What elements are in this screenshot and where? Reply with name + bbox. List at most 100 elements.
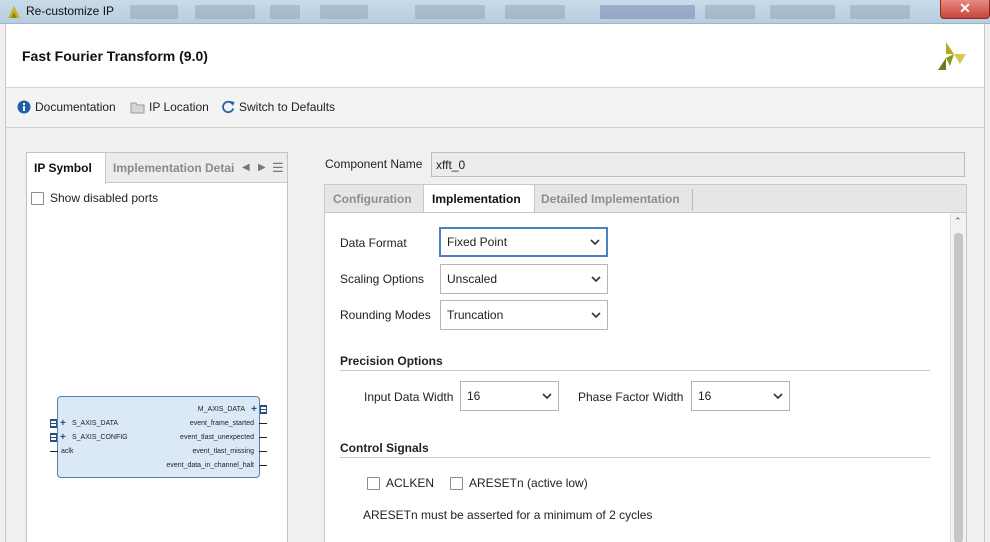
background-taskbar bbox=[705, 5, 755, 19]
main-area: IP Symbol Implementation Detai ◀ ▶ ☰ Sho… bbox=[5, 128, 985, 542]
vendor-logo-icon bbox=[938, 42, 966, 70]
show-disabled-ports-checkbox[interactable]: Show disabled ports bbox=[31, 191, 158, 205]
info-icon bbox=[17, 100, 31, 114]
tab-separator bbox=[692, 189, 693, 211]
background-taskbar bbox=[505, 5, 565, 19]
rounding-modes-label: Rounding Modes bbox=[340, 308, 431, 322]
phase-factor-width-value: 16 bbox=[698, 389, 712, 403]
bus-connector-icon bbox=[260, 405, 267, 414]
aresetn-note: ARESETn must be asserted for a minimum o… bbox=[363, 508, 653, 522]
aclken-checkbox[interactable]: ACLKEN bbox=[367, 476, 434, 490]
implementation-content: Data Format Fixed Point Scaling Options … bbox=[324, 212, 967, 542]
tab-detailed-implementation[interactable]: Detailed Implementation bbox=[533, 185, 693, 213]
port-aclk: aclk bbox=[61, 448, 74, 455]
expand-port-icon[interactable]: + bbox=[60, 433, 66, 443]
port-stub bbox=[259, 451, 267, 452]
window-title: Re-customize IP bbox=[26, 4, 115, 18]
data-format-value: Fixed Point bbox=[447, 235, 508, 249]
expand-port-icon[interactable]: + bbox=[60, 419, 66, 429]
component-name-field[interactable]: xfft_0 bbox=[431, 152, 965, 177]
chevron-down-icon bbox=[773, 393, 783, 400]
app-logo-icon bbox=[8, 6, 20, 18]
input-data-width-select[interactable]: 16 bbox=[460, 381, 559, 411]
control-signals-title: Control Signals bbox=[340, 441, 429, 455]
scaling-options-select[interactable]: Unscaled bbox=[440, 264, 608, 294]
scaling-options-value: Unscaled bbox=[447, 272, 498, 286]
section-divider bbox=[340, 370, 930, 371]
chevron-down-icon bbox=[590, 239, 600, 246]
folder-icon bbox=[130, 102, 145, 113]
phase-factor-width-label: Phase Factor Width bbox=[578, 390, 684, 404]
port-event-tlast-missing: event_tlast_missing bbox=[192, 448, 254, 455]
documentation-label: Documentation bbox=[35, 100, 116, 114]
port-event-frame-started: event_frame_started bbox=[189, 420, 254, 427]
background-taskbar bbox=[130, 5, 178, 19]
port-s-axis-data: S_AXIS_DATA bbox=[72, 420, 119, 427]
bus-connector-icon bbox=[50, 433, 57, 442]
scroll-up-icon[interactable]: ⌃ bbox=[954, 216, 962, 227]
section-divider bbox=[340, 457, 930, 458]
phase-factor-width-select[interactable]: 16 bbox=[691, 381, 790, 411]
rounding-modes-value: Truncation bbox=[447, 308, 504, 322]
data-format-select[interactable]: Fixed Point bbox=[439, 227, 608, 257]
refresh-icon bbox=[222, 100, 235, 114]
dialog-header: Fast Fourier Transform (9.0) bbox=[5, 24, 985, 88]
rounding-modes-select[interactable]: Truncation bbox=[440, 300, 608, 330]
aclken-label: ACLKEN bbox=[386, 476, 435, 490]
port-m-axis-data: M_AXIS_DATA bbox=[197, 406, 245, 413]
checkbox-box[interactable] bbox=[31, 191, 44, 205]
background-taskbar bbox=[195, 5, 255, 19]
chevron-down-icon bbox=[591, 276, 601, 283]
ip-heading: Fast Fourier Transform (9.0) bbox=[22, 48, 208, 64]
port-event-tlast-unexpected: event_tlast_unexpected bbox=[180, 434, 254, 441]
show-disabled-ports-label: Show disabled ports bbox=[50, 191, 159, 205]
switch-defaults-label: Switch to Defaults bbox=[239, 100, 336, 114]
input-data-width-label: Input Data Width bbox=[364, 390, 454, 404]
port-stub bbox=[259, 423, 267, 424]
precision-options-title: Precision Options bbox=[340, 354, 443, 368]
port-stub bbox=[259, 465, 267, 466]
ip-location-label: IP Location bbox=[149, 100, 209, 114]
ip-symbol-panel: IP Symbol Implementation Detai ◀ ▶ ☰ Sho… bbox=[26, 152, 288, 542]
ip-location-button[interactable]: IP Location bbox=[130, 100, 209, 114]
window-titlebar: Re-customize IP ✕ bbox=[0, 0, 990, 24]
vertical-scrollbar[interactable]: ⌃ bbox=[950, 213, 966, 542]
ip-symbol-block: + S_AXIS_DATA + S_AXIS_CONFIG aclk M_AXI… bbox=[50, 396, 267, 478]
checkbox-box[interactable] bbox=[450, 476, 463, 490]
scroll-thumb[interactable] bbox=[954, 233, 963, 542]
background-taskbar bbox=[270, 5, 300, 19]
tab-menu-icon[interactable]: ☰ bbox=[272, 160, 284, 176]
tab-configuration[interactable]: Configuration bbox=[325, 185, 423, 213]
background-taskbar bbox=[415, 5, 485, 19]
checkbox-box[interactable] bbox=[367, 476, 380, 490]
data-format-label: Data Format bbox=[340, 236, 407, 250]
aresetn-label: ARESETn (active low) bbox=[469, 476, 588, 490]
tab-implementation[interactable]: Implementation bbox=[423, 185, 535, 214]
background-taskbar bbox=[320, 5, 368, 19]
port-event-data-in-channel-halt: event_data_in_channel_halt bbox=[166, 462, 254, 469]
switch-defaults-button[interactable]: Switch to Defaults bbox=[221, 100, 335, 114]
port-stub bbox=[50, 451, 58, 452]
expand-port-icon[interactable]: + bbox=[251, 405, 257, 415]
aresetn-checkbox[interactable]: ARESETn (active low) bbox=[450, 476, 588, 490]
background-taskbar bbox=[850, 5, 910, 19]
tab-scroll-left-icon[interactable]: ◀ bbox=[242, 162, 250, 173]
background-taskbar bbox=[600, 5, 695, 19]
background-taskbar bbox=[770, 5, 835, 19]
tab-ip-symbol[interactable]: IP Symbol bbox=[27, 153, 106, 184]
scaling-options-label: Scaling Options bbox=[340, 272, 425, 286]
component-name-label: Component Name bbox=[325, 157, 423, 171]
port-stub bbox=[259, 437, 267, 438]
tab-scroll-right-icon[interactable]: ▶ bbox=[258, 162, 266, 173]
tab-implementation-details[interactable]: Implementation Detai bbox=[106, 153, 236, 183]
config-tabs: Configuration Implementation Detailed Im… bbox=[324, 184, 967, 214]
toolbar: Documentation IP Location Switch to Defa… bbox=[5, 88, 985, 128]
chevron-down-icon bbox=[542, 393, 552, 400]
port-s-axis-config: S_AXIS_CONFIG bbox=[72, 434, 128, 441]
documentation-button[interactable]: Documentation bbox=[17, 100, 116, 114]
close-button[interactable]: ✕ bbox=[940, 0, 990, 19]
input-data-width-value: 16 bbox=[467, 389, 481, 403]
chevron-down-icon bbox=[591, 312, 601, 319]
bus-connector-icon bbox=[50, 419, 57, 428]
left-panel-tabs: IP Symbol Implementation Detai ◀ ▶ ☰ bbox=[27, 153, 287, 184]
